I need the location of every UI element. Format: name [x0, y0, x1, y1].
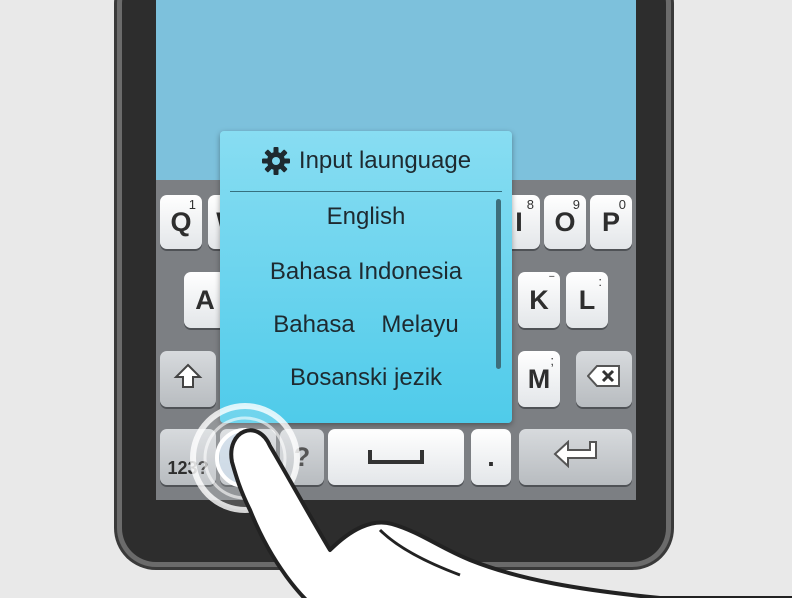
key-k[interactable]: K ‾ — [518, 272, 560, 328]
shift-icon — [173, 361, 203, 398]
gear-icon — [261, 146, 291, 176]
space-key[interactable] — [328, 429, 464, 485]
question-key[interactable]: ? — [280, 429, 324, 485]
popup-title: Input launguage — [220, 131, 512, 191]
key-o[interactable]: O 9 — [544, 195, 586, 249]
backspace-icon — [586, 364, 621, 395]
language-option-english[interactable]: English — [220, 203, 512, 231]
period-key[interactable]: . — [471, 429, 511, 485]
voice-key[interactable] — [220, 429, 276, 485]
key-l[interactable]: L : — [566, 272, 608, 328]
language-option-bosanski-jezik[interactable]: Bosanski jezik — [220, 364, 512, 392]
enter-icon — [552, 439, 600, 475]
language-option-bahasa-indonesia[interactable]: Bahasa Indonesia — [220, 258, 512, 286]
backspace-key[interactable] — [576, 351, 632, 407]
divider — [230, 191, 502, 192]
shift-key[interactable] — [160, 351, 216, 407]
key-q[interactable]: Q 1 — [160, 195, 202, 249]
input-language-popup: Input launguage English Bahasa Indonesia… — [220, 131, 512, 423]
enter-key[interactable] — [519, 429, 632, 485]
language-option-bahasa-melayu[interactable]: Bahasa Melayu — [220, 311, 512, 339]
key-p[interactable]: P 0 — [590, 195, 632, 249]
symbols-key[interactable]: 123? — [160, 429, 216, 485]
popup-title-text: Input launguage — [298, 147, 472, 174]
scrollbar[interactable] — [496, 199, 501, 369]
space-icon — [368, 442, 424, 473]
key-m[interactable]: M ; — [518, 351, 560, 407]
